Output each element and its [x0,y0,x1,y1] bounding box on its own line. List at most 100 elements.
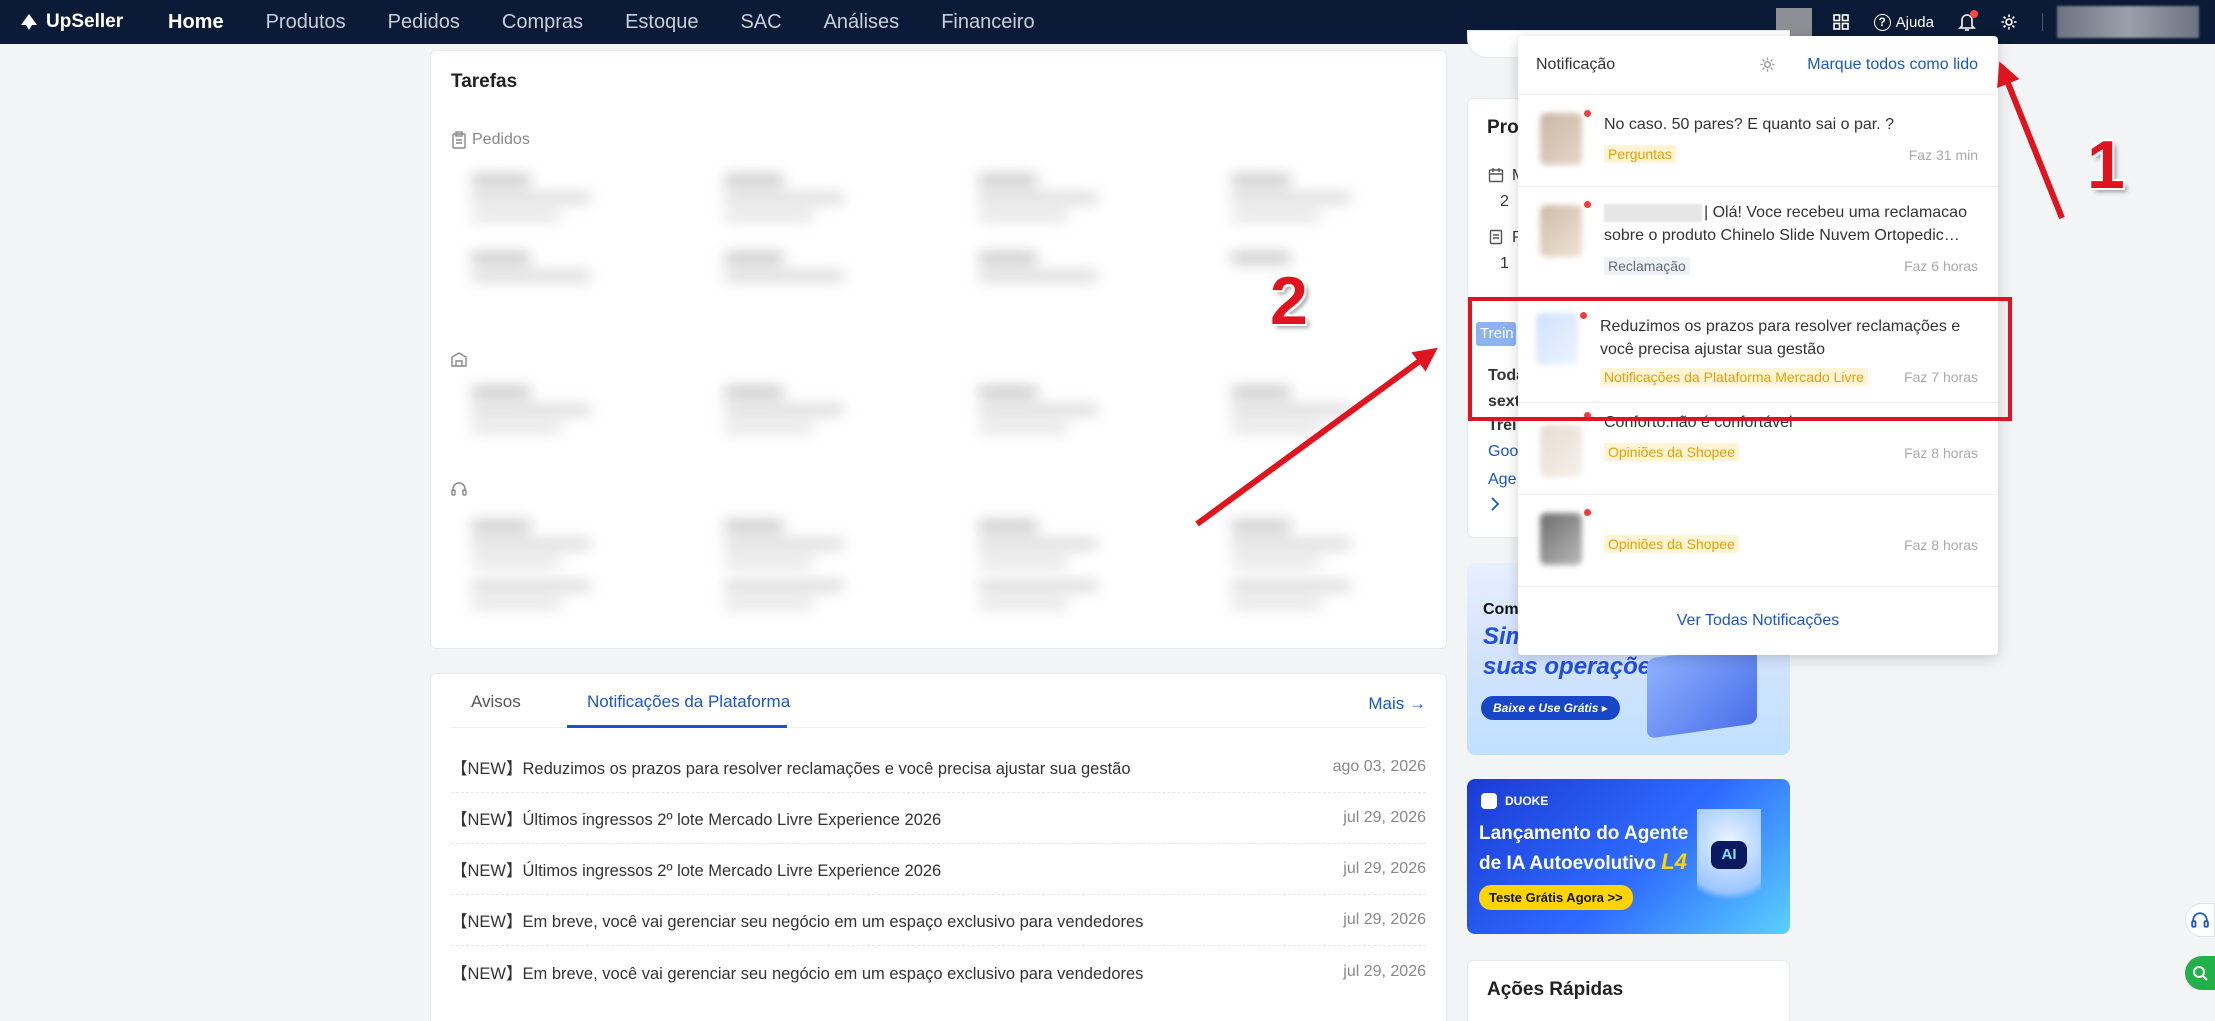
notification-title[interactable]: 【NEW】Reduzimos os prazos para resolver r… [451,755,1131,779]
task-row [471,175,1431,247]
banner-headline-2: de IA Autoevolutivo L4 [1479,849,1687,875]
nav-financeiro[interactable]: Financeiro [941,11,1034,34]
notification-thumbnail [1540,113,1582,165]
storefront-illustration-icon [1647,643,1757,739]
redacted-name [1604,203,1702,222]
chevron-right-icon[interactable] [1490,497,1500,516]
quick-actions-title: Ações Rápidas [1487,979,1624,1000]
help-button[interactable]: ? Ajuda [1873,13,1934,31]
quick-actions-card: Ações Rápidas [1467,960,1790,1021]
warehouse-section-label [451,351,472,367]
notification-date: ago 03, 2026 [1332,758,1426,775]
notification-item[interactable]: | Olá! Voce recebeu uma reclamacao sobre… [1518,187,1998,297]
more-link[interactable]: Mais → [1368,694,1426,714]
duoke-logo-icon [1481,793,1497,809]
notification-text: No caso. 50 pares? E quanto sai o par. ? [1604,116,1894,133]
nav-home[interactable]: Home [168,11,224,34]
nav-analises[interactable]: Análises [824,11,900,34]
nav-pedidos[interactable]: Pedidos [388,11,460,34]
pro-card-title: Pro [1487,117,1519,138]
user-account-menu[interactable] [2057,6,2199,38]
notification-settings-icon[interactable] [1759,56,1776,78]
notification-date: jul 29, 2026 [1343,860,1426,877]
unread-dot [1584,201,1591,208]
banner-headline-text: de IA Autoevolutivo [1479,853,1656,874]
annotation-number-2: 2 [1270,263,1308,339]
duoke-brand-name: DUOKE [1505,794,1549,808]
unread-dot [1970,10,1978,18]
notification-time: Faz 31 min [1908,147,1978,163]
notification-tag: Reclamação [1604,257,1690,275]
nav-compras[interactable]: Compras [502,11,583,34]
help-icon: ? [1873,13,1891,31]
banner-text: Com [1483,601,1519,618]
gear-icon[interactable] [2000,13,2018,31]
nav-produtos[interactable]: Produtos [266,11,346,34]
warehouse-icon [451,352,467,367]
notification-tabs: Avisos Notificações da Plataforma Mais → [451,674,1426,728]
notification-time: Faz 6 horas [1904,258,1978,274]
list-item[interactable]: 【NEW】Reduzimos os prazos para resolver r… [451,742,1426,793]
support-float-button[interactable] [2185,903,2215,937]
notification-date: jul 29, 2026 [1343,962,1426,980]
training-link[interactable]: Age [1488,471,1516,489]
platform-notifications-card: Avisos Notificações da Plataforma Mais →… [430,673,1447,1021]
annotation-number-1: 1 [2087,127,2125,203]
notification-tag: Opiniões da Shopee [1604,443,1739,461]
notification-thumbnail [1540,513,1582,565]
unread-dot [1584,509,1591,516]
banner-headline: suas operações [1483,653,1665,680]
notification-tag: Opiniões da Shopee [1604,535,1739,553]
notification-title[interactable]: 【NEW】Últimos ingressos 2º lote Mercado L… [451,857,941,881]
promo-banner-duoke[interactable]: DUOKE Lançamento do Agente de IA Autoevo… [1467,779,1790,934]
notification-tag: Perguntas [1604,145,1676,163]
ai-label: AI [1711,841,1747,869]
list-item[interactable]: 【NEW】Últimos ingressos 2º lote Mercado L… [451,844,1426,895]
banner-cta-button[interactable]: Baixe e Use Grátis ▸ [1481,696,1620,720]
support-section-label [451,481,472,497]
view-all-notifications-link[interactable]: Ver Todas Notificações [1518,612,1998,630]
list-item[interactable]: 【NEW】Em breve, você vai gerenciar seu ne… [451,946,1426,997]
list-item[interactable]: 【NEW】Últimos ingressos 2º lote Mercado L… [451,793,1426,844]
calendar-icon [1488,167,1504,188]
info-fragment: 2 [1500,193,1509,210]
banner-cta-button[interactable]: Teste Grátis Agora >> [1479,885,1633,910]
notification-text: | Olá! Voce recebeu uma reclamacao sobre… [1604,201,1980,247]
notification-title[interactable]: 【NEW】Últimos ingressos 2º lote Mercado L… [451,806,941,830]
brand-name: UpSeller [46,11,124,32]
training-link[interactable]: Goo [1488,443,1518,461]
tab-avisos[interactable]: Avisos [471,692,521,712]
banner-headline: Lançamento do Agente [1479,823,1689,844]
list-item[interactable]: 【NEW】Em breve, você vai gerenciar seu ne… [451,895,1426,946]
task-row [471,387,1431,459]
nav-estoque[interactable]: Estoque [625,11,698,34]
mark-all-read-link[interactable]: Marque todos como lido [1807,56,1978,74]
banner-highlight: L4 [1661,849,1687,874]
notification-date: jul 29, 2026 [1343,911,1426,928]
tasks-card: Tarefas Pedidos [430,50,1447,649]
notification-bell-icon[interactable] [1958,10,1978,32]
notification-item[interactable]: No caso. 50 pares? E quanto sai o par. ?… [1518,95,1998,187]
apps-grid-icon[interactable] [1832,13,1850,31]
help-label: Ajuda [1895,13,1934,31]
notification-title[interactable]: 【NEW】Em breve, você vai gerenciar seu ne… [451,908,1143,932]
info-fragment: 1 [1500,255,1509,272]
annotation-arrow-1 [1997,61,2065,220]
clipboard-icon [452,131,466,149]
active-tab-indicator [567,725,787,728]
task-row [471,581,1431,653]
notification-date: jul 29, 2026 [1343,809,1426,826]
brand-logo[interactable]: UpSeller [18,11,168,33]
search-float-button[interactable] [2185,956,2215,990]
notification-item[interactable]: Opiniões da Shopee Faz 8 horas [1518,495,1998,587]
nav-sac[interactable]: SAC [740,11,781,34]
tab-notificacoes-plataforma[interactable]: Notificações da Plataforma [587,692,790,712]
notification-title[interactable]: 【NEW】Em breve, você vai gerenciar seu ne… [451,960,1143,984]
notification-thumbnail [1540,205,1582,257]
upseller-logo-icon [21,14,37,30]
pedidos-label: Pedidos [472,131,530,148]
document-icon [1488,229,1504,250]
annotation-highlight-box [1468,297,2012,421]
pedidos-section-label: Pedidos [451,131,530,149]
headset-icon [2191,912,2209,928]
